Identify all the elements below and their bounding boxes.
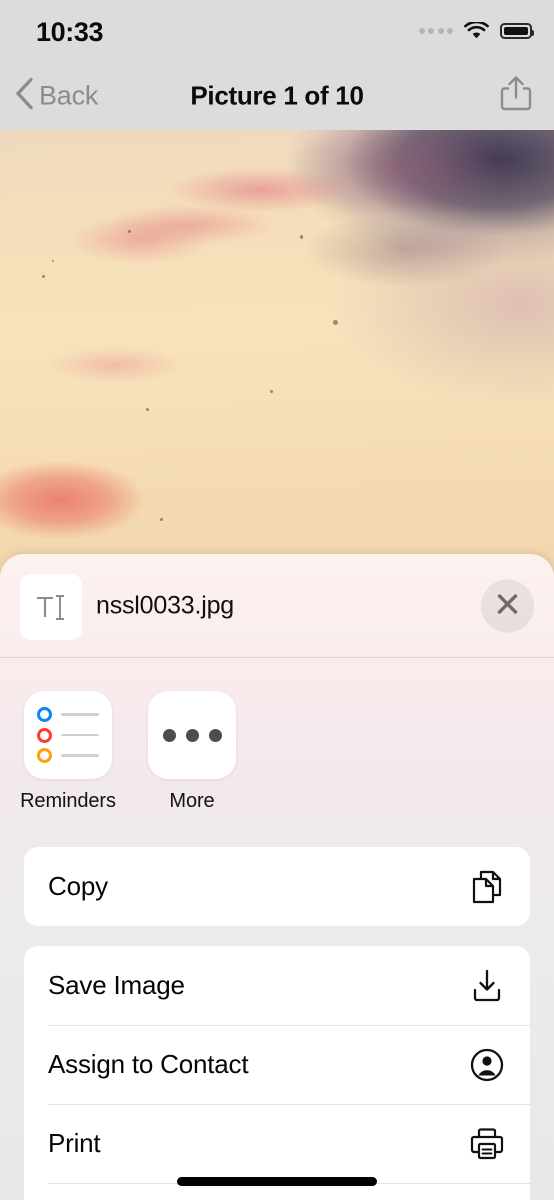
- save-image-icon: [466, 965, 508, 1007]
- reminders-icon: [24, 691, 112, 779]
- back-label: Back: [39, 80, 99, 111]
- action-group-1: Copy: [24, 847, 530, 926]
- document-filename: nssl0033.jpg: [96, 591, 234, 620]
- app-shortcut-more[interactable]: More: [148, 691, 236, 813]
- status-bar-indicators: [418, 20, 534, 40]
- share-sheet: nssl0033.jpg Reminders More Copy Save Im…: [0, 554, 554, 1200]
- action-row-print[interactable]: Print: [24, 1104, 530, 1183]
- action-label: Save Image: [48, 970, 185, 1000]
- home-indicator[interactable]: [177, 1177, 377, 1186]
- status-bar-time: 10:33: [36, 17, 104, 47]
- navigation-bar: Back Picture 1 of 10: [0, 62, 554, 130]
- action-row-copy[interactable]: Copy: [24, 847, 530, 926]
- close-icon: [495, 591, 520, 621]
- text-document-icon: [20, 574, 82, 640]
- battery-full-icon: [500, 23, 534, 39]
- status-bar: 10:33: [0, 0, 554, 62]
- app-shortcut-reminders[interactable]: Reminders: [20, 691, 116, 813]
- action-label: Print: [48, 1128, 101, 1158]
- app-shortcut-row: Reminders More: [0, 658, 554, 813]
- action-group-2: Save Image Assign to Contact Print: [24, 946, 530, 1200]
- app-shortcut-label: Reminders: [20, 790, 116, 812]
- wifi-icon: [464, 20, 489, 40]
- print-icon: [466, 1123, 508, 1165]
- contact-icon: [466, 1044, 508, 1086]
- page-title: Picture 1 of 10: [190, 80, 364, 111]
- share-icon: [498, 76, 534, 118]
- back-button[interactable]: Back: [14, 77, 98, 116]
- iphone-screen: 10:33 Back Picture 1 of 10 nssl0033.jpg …: [0, 0, 554, 1200]
- app-shortcut-label: More: [169, 790, 215, 812]
- action-row-save-image[interactable]: Save Image: [24, 946, 530, 1025]
- chevron-left-icon: [14, 77, 34, 116]
- more-icon: [148, 691, 236, 779]
- share-sheet-header: nssl0033.jpg: [0, 554, 554, 658]
- close-button[interactable]: [481, 579, 534, 633]
- header-divider: [0, 657, 554, 658]
- signal-dots-icon: [418, 28, 453, 34]
- copy-icon: [466, 866, 508, 908]
- action-label: Copy: [48, 871, 108, 901]
- share-button[interactable]: [498, 74, 534, 119]
- action-label: Assign to Contact: [48, 1049, 249, 1079]
- action-list: Copy Save Image Assign to Contact Print: [0, 847, 554, 1200]
- photo-viewer[interactable]: [0, 130, 554, 580]
- action-row-assign-to-contact[interactable]: Assign to Contact: [24, 1025, 530, 1104]
